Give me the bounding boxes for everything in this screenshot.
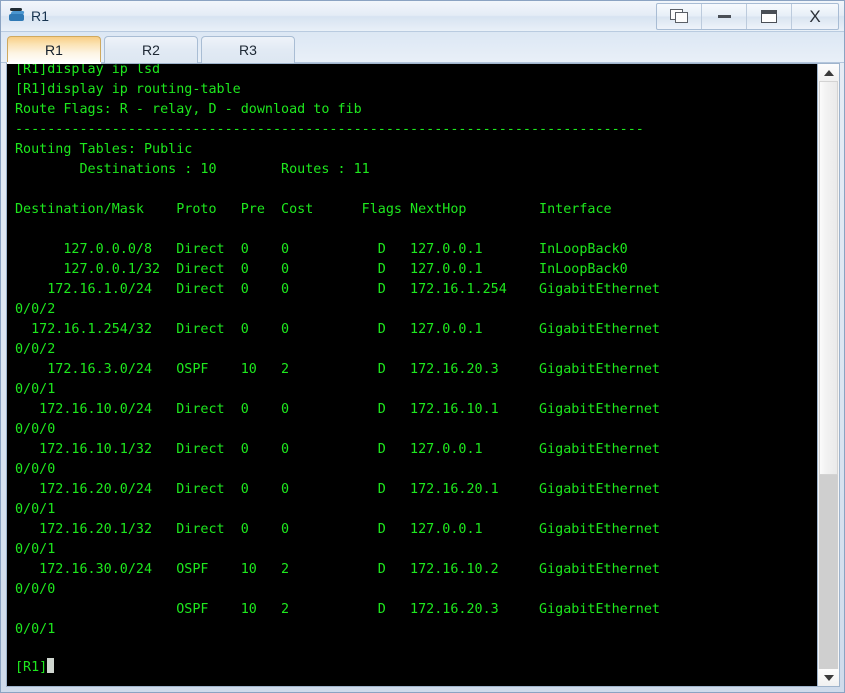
restore-windows-button[interactable] xyxy=(657,4,702,29)
tab-r1[interactable]: R1 xyxy=(7,36,101,63)
chevron-up-icon xyxy=(824,70,834,76)
terminal-screen[interactable]: [R1]display ip lsd [R1]display ip routin… xyxy=(7,64,817,686)
tab-strip: R1 R2 R3 xyxy=(1,32,844,63)
close-button[interactable]: X xyxy=(792,4,838,29)
restore-icon xyxy=(670,9,689,24)
terminal-output: [R1]display ip lsd [R1]display ip routin… xyxy=(15,64,660,660)
scrollbar-track[interactable] xyxy=(818,81,839,669)
scrollbar-thumb[interactable] xyxy=(819,81,838,475)
terminal-prompt-line: [R1] xyxy=(15,658,54,678)
text-cursor xyxy=(47,658,54,673)
terminal-frame: [R1]display ip lsd [R1]display ip routin… xyxy=(6,63,840,687)
terminal-window: R1 X R1 R2 R3 xyxy=(0,0,845,693)
scrollbar-track-lower[interactable] xyxy=(819,475,838,669)
window-controls: X xyxy=(656,3,839,30)
minimize-button[interactable] xyxy=(702,4,747,29)
minimize-icon xyxy=(718,15,731,18)
tab-r3-label: R3 xyxy=(239,42,257,58)
scroll-down-button[interactable] xyxy=(818,669,839,686)
tab-r1-label: R1 xyxy=(45,42,63,58)
scroll-up-button[interactable] xyxy=(818,64,839,81)
router-icon xyxy=(7,6,27,26)
tab-r2-label: R2 xyxy=(142,42,160,58)
title-bar: R1 X xyxy=(1,1,844,32)
close-icon: X xyxy=(809,8,820,25)
tab-r2[interactable]: R2 xyxy=(104,36,198,63)
window-title: R1 xyxy=(31,8,49,24)
tab-r3[interactable]: R3 xyxy=(201,36,295,63)
chevron-down-icon xyxy=(824,675,834,681)
prompt-text: [R1] xyxy=(15,660,47,675)
maximize-icon xyxy=(761,10,777,23)
vertical-scrollbar[interactable] xyxy=(817,64,839,686)
maximize-button[interactable] xyxy=(747,4,792,29)
